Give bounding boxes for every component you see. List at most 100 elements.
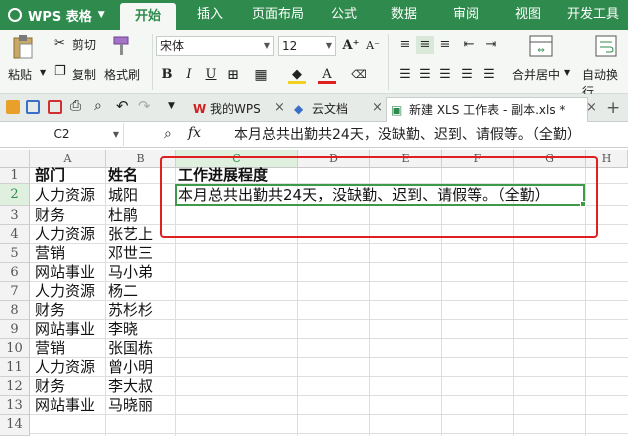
row-header[interactable]: 8 [0, 301, 30, 320]
name-box[interactable]: C2 ▼ [0, 123, 124, 146]
cell-b8[interactable]: 苏杉杉 [108, 301, 153, 320]
row-header[interactable]: 11 [0, 358, 30, 377]
tab-home[interactable]: 开始 [120, 3, 176, 30]
save-icon[interactable] [26, 100, 40, 114]
align-left-icon[interactable]: ☰ [396, 66, 414, 84]
tab-view[interactable]: 视图 [502, 0, 554, 30]
cell-b9[interactable]: 李晓 [108, 320, 138, 339]
cell-b4[interactable]: 张艺上 [108, 225, 153, 244]
row-header[interactable]: 6 [0, 263, 30, 282]
tab-cloud-docs[interactable]: ◆ 云文档 [290, 97, 380, 122]
clear-format-icon[interactable]: ⌫ [350, 66, 368, 84]
cell-a12[interactable]: 财务 [35, 377, 65, 396]
align-top-icon[interactable]: ≡ [396, 36, 414, 54]
print-icon[interactable]: ⎙ [70, 98, 81, 114]
tab-review[interactable]: 审阅 [440, 0, 492, 30]
insert-function-button[interactable]: fx [188, 125, 201, 141]
fill-color-icon[interactable]: ◆ [288, 66, 306, 84]
bold-button[interactable]: B [158, 66, 176, 84]
zoom-search-icon[interactable]: ⌕ [164, 126, 172, 142]
app-menu-button[interactable]: WPS 表格 ▼ [0, 0, 112, 30]
folder-icon[interactable] [6, 100, 20, 114]
row-header[interactable]: 3 [0, 206, 30, 225]
cell-a8[interactable]: 财务 [35, 301, 65, 320]
row-header[interactable]: 5 [0, 244, 30, 263]
scissors-icon[interactable]: ✂ [54, 36, 65, 51]
format-painter-button[interactable]: 格式刷 [104, 66, 140, 83]
row-header[interactable]: 13 [0, 396, 30, 415]
close-icon[interactable]: × [274, 100, 285, 115]
row-header[interactable]: 1 [0, 168, 30, 184]
row-header[interactable]: 14 [0, 415, 30, 436]
formula-input[interactable]: 本月总共出勤共24天，没缺勤、迟到、请假等。（全勤） [234, 124, 581, 146]
align-middle-icon[interactable]: ≡ [416, 36, 434, 54]
cell-b13[interactable]: 马晓丽 [108, 396, 153, 415]
cell-a3[interactable]: 财务 [35, 206, 65, 225]
indent-increase-icon[interactable]: ⇥ [482, 36, 500, 54]
cell-a4[interactable]: 人力资源 [35, 225, 95, 244]
cell-a11[interactable]: 人力资源 [35, 358, 95, 377]
cell-b5[interactable]: 邓世三 [108, 244, 153, 263]
cell-a10[interactable]: 营销 [35, 339, 65, 358]
paste-icon[interactable] [12, 34, 34, 60]
cell-style-icon[interactable]: ▦ [252, 66, 270, 84]
quick-access-dropdown-icon[interactable]: ▼ [168, 101, 175, 111]
tab-page-layout[interactable]: 页面布局 [244, 0, 312, 30]
font-name-select[interactable]: 宋体 ▼ [156, 36, 274, 56]
font-color-button[interactable]: A [318, 66, 336, 84]
close-icon[interactable]: × [372, 100, 383, 115]
redo-icon[interactable]: ↷ [138, 97, 151, 115]
align-bottom-icon[interactable]: ≡ [436, 36, 454, 54]
align-right-icon[interactable]: ☰ [436, 66, 454, 84]
cell-b3[interactable]: 杜鹃 [108, 206, 138, 225]
row-header[interactable]: 9 [0, 320, 30, 339]
paste-button[interactable]: 粘贴 [8, 66, 32, 83]
tab-spreadsheet-active[interactable]: ▣ 新建 XLS 工作表 - 副本.xls * [386, 97, 588, 122]
merge-center-button[interactable]: 合并居中 [512, 66, 560, 83]
tab-insert[interactable]: 插入 [184, 0, 236, 30]
close-icon[interactable]: × [586, 100, 597, 115]
cell-b6[interactable]: 马小弟 [108, 263, 153, 282]
cell-b1[interactable]: 姓名 [108, 166, 138, 185]
font-size-select[interactable]: 12 ▼ [278, 36, 336, 56]
chevron-down-icon[interactable]: ▼ [564, 68, 570, 77]
row-header[interactable]: 4 [0, 225, 30, 244]
print-preview-icon[interactable]: ⌕ [94, 98, 102, 114]
cell-b7[interactable]: 杨二 [108, 282, 138, 301]
cell-a9[interactable]: 网站事业 [35, 320, 95, 339]
merge-center-icon[interactable]: ⇔ [528, 34, 554, 58]
underline-button[interactable]: U [202, 66, 220, 84]
cut-button[interactable]: 剪切 [72, 36, 96, 53]
wrap-text-icon[interactable] [594, 34, 618, 58]
italic-button[interactable]: I [180, 66, 198, 84]
copy-button[interactable]: 复制 [72, 66, 96, 83]
row-header[interactable]: 12 [0, 377, 30, 396]
cell-a5[interactable]: 营销 [35, 244, 65, 263]
paste-dropdown-icon[interactable]: ▼ [40, 68, 46, 77]
cell-a13[interactable]: 网站事业 [35, 396, 95, 415]
undo-icon[interactable]: ↶ [116, 97, 129, 115]
cell-a1[interactable]: 部门 [35, 166, 65, 185]
justify-icon[interactable]: ☰ [458, 66, 476, 84]
export-pdf-icon[interactable] [48, 100, 62, 114]
format-painter-icon[interactable] [110, 34, 134, 58]
select-all-corner[interactable] [0, 150, 30, 168]
copy-icon[interactable]: ❐ [54, 64, 66, 79]
align-center-icon[interactable]: ☰ [416, 66, 434, 84]
cell-b2[interactable]: 城阳 [108, 186, 138, 205]
borders-icon[interactable]: ⊞ [224, 66, 242, 84]
cell-b10[interactable]: 张国栋 [108, 339, 153, 358]
decrease-font-icon[interactable]: A⁻ [364, 37, 382, 55]
indent-decrease-icon[interactable]: ⇤ [460, 36, 478, 54]
cell-b11[interactable]: 曾小明 [108, 358, 153, 377]
increase-font-icon[interactable]: A⁺ [342, 37, 360, 55]
tab-my-wps[interactable]: W 我的WPS [188, 97, 278, 122]
cell-a7[interactable]: 人力资源 [35, 282, 95, 301]
row-header[interactable]: 10 [0, 339, 30, 358]
new-tab-icon[interactable]: + [606, 98, 620, 118]
tab-developer[interactable]: 开发工具 [562, 0, 624, 30]
tab-formulas[interactable]: 公式 [318, 0, 370, 30]
row-header[interactable]: 2 [0, 184, 30, 206]
cell-a2[interactable]: 人力资源 [35, 186, 95, 205]
tab-data[interactable]: 数据 [378, 0, 430, 30]
